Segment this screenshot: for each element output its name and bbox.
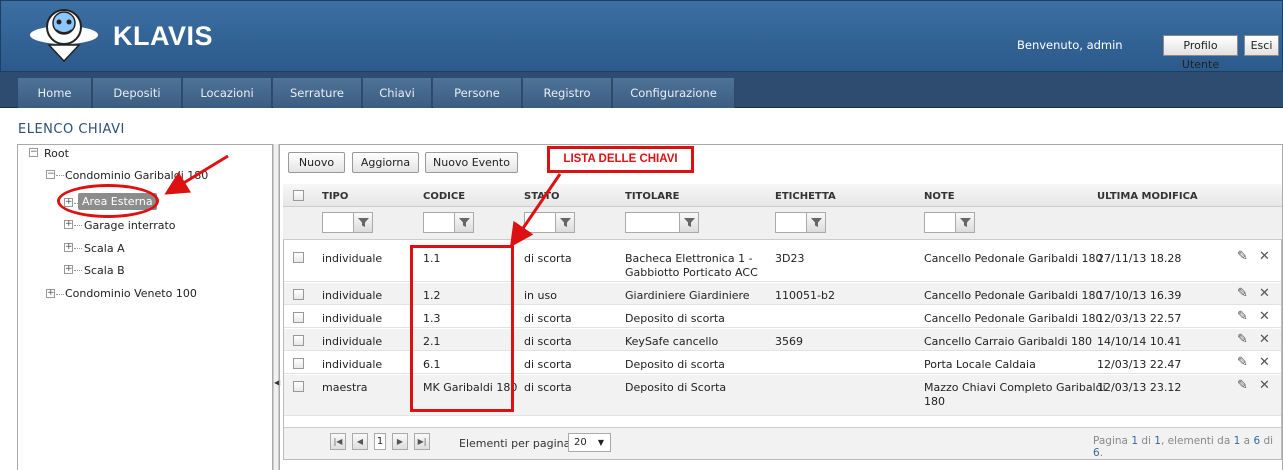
annotation-arrows bbox=[164, 154, 562, 248]
